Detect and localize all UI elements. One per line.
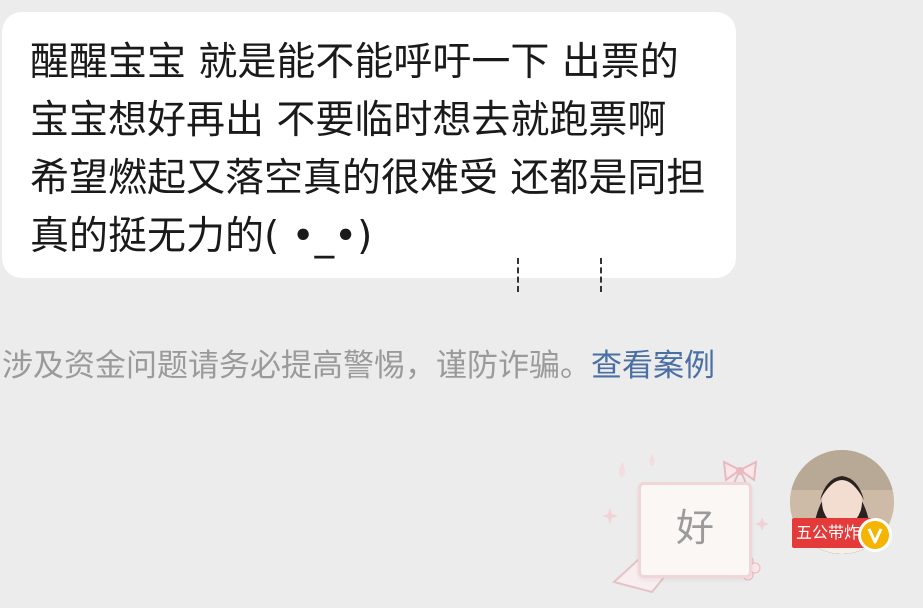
fraud-warning-notice: 涉及资金问题请务必提高警惕，谨防诈骗。查看案例	[2, 344, 715, 388]
fraud-warning-text: 涉及资金问题请务必提高警惕，谨防诈骗。	[2, 348, 591, 384]
chat-screen: 醒醒宝宝 就是能不能呼吁一下 出票的宝宝想好再出 不要临时想去就跑票啊 希望燃起…	[0, 0, 923, 608]
sparkle-icon	[755, 517, 769, 531]
kaomoji-eye-line-left	[517, 258, 519, 292]
sticker-text: 好	[675, 506, 714, 550]
verified-badge-icon	[858, 518, 892, 552]
kaomoji-eye-line-right	[600, 258, 602, 292]
message-bubble[interactable]: 醒醒宝宝 就是能不能呼吁一下 出票的宝宝想好再出 不要临时想去就跑票啊 希望燃起…	[2, 12, 736, 292]
message-text: 醒醒宝宝 就是能不能呼吁一下 出票的宝宝想好再出 不要临时想去就跑票啊 希望燃起…	[30, 40, 706, 259]
sticker-card: 好	[638, 482, 752, 578]
badge-v-icon	[867, 528, 883, 544]
sent-sticker[interactable]: 好	[600, 452, 770, 602]
view-cases-link[interactable]: 查看案例	[591, 348, 715, 384]
droplet-icon	[649, 454, 655, 467]
droplet-icon	[619, 462, 625, 478]
sparkle-icon	[602, 508, 618, 524]
